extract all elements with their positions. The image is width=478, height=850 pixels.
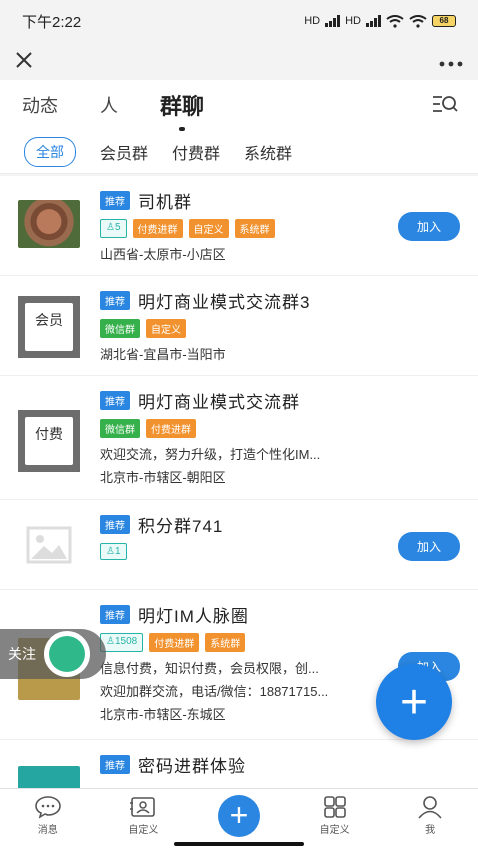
wifi-icon-2: [409, 14, 427, 28]
nav-label: 自定义: [319, 825, 350, 836]
signal-icon-2: [366, 15, 381, 27]
nav-label: 我: [425, 825, 436, 836]
subtab-paid-groups[interactable]: 付费群: [172, 140, 220, 164]
nav-label: 自定义: [128, 825, 159, 836]
avatar-label: 付费: [25, 417, 73, 465]
image-placeholder-icon: [18, 514, 80, 576]
person-icon: ♙: [106, 222, 115, 233]
wifi-icon: [386, 14, 404, 28]
chat-icon: [34, 796, 61, 819]
list-item[interactable]: 付费 推荐 明灯商业模式交流群 微信群 付费进群 欢迎交流，努力升级，打造个性化…: [0, 376, 478, 500]
tag-wechat: 微信群: [100, 419, 140, 438]
member-count-tag: ♙5: [100, 219, 127, 238]
tag-custom: 自定义: [146, 319, 186, 338]
signal-icon: [325, 15, 341, 27]
recommended-badge: 推荐: [100, 391, 130, 410]
tab-dynamics[interactable]: 动态: [22, 92, 58, 118]
recommended-badge: 推荐: [100, 515, 130, 534]
group-avatar: [18, 200, 80, 248]
join-button[interactable]: 加入: [397, 212, 460, 241]
group-description-2: 欢迎加群交流，电话/微信：18871715...: [100, 684, 329, 699]
group-name: 明灯商业模式交流群: [138, 393, 300, 412]
nav-add[interactable]: +: [204, 795, 274, 837]
status-bar: 下午2:22 HD HD 68: [0, 0, 478, 42]
tag-paid: 付费进群: [149, 633, 200, 652]
group-avatar: 付费: [18, 410, 80, 472]
close-icon[interactable]: [14, 48, 40, 74]
nav-me[interactable]: 我: [395, 795, 465, 836]
group-avatar: [18, 766, 80, 788]
nav-custom-1[interactable]: 自定义: [108, 795, 178, 836]
bottom-nav: 消息 自定义 + 自定义 我: [0, 788, 478, 850]
follow-button[interactable]: 关注: [0, 629, 106, 679]
sub-tabs: 全部 会员群 付费群 系统群: [0, 130, 478, 174]
nav-bar: [0, 42, 478, 80]
tag-system: 系统群: [205, 633, 246, 652]
list-item[interactable]: 推荐 积分群741 ♙1 加入: [0, 500, 478, 590]
recommended-badge: 推荐: [100, 755, 130, 774]
more-options-icon[interactable]: [438, 47, 464, 75]
list-item[interactable]: 推荐 密码进群体验: [0, 740, 478, 788]
nav-label: 消息: [37, 825, 58, 836]
contact-card-icon: [130, 797, 156, 817]
recommended-badge: 推荐: [100, 291, 130, 310]
list-item[interactable]: 推荐 司机群 ♙5 付费进群 自定义 系统群 山西省-太原市-小店区 加入: [0, 176, 478, 276]
subtab-system-groups[interactable]: 系统群: [244, 140, 292, 164]
top-tabs: 动态 人 群聊: [0, 80, 478, 130]
tag-custom: 自定义: [188, 219, 229, 238]
member-count: 1: [114, 546, 121, 557]
network-label-1: HD: [304, 15, 321, 27]
tab-people[interactable]: 人: [100, 92, 118, 118]
plus-icon: +: [399, 675, 429, 729]
home-indicator: [174, 842, 304, 846]
tag-paid: 付费进群: [132, 219, 183, 238]
group-name: 司机群: [138, 193, 192, 212]
member-count: 5: [114, 222, 121, 233]
network-label-2: HD: [345, 15, 361, 27]
plus-icon: +: [217, 795, 260, 837]
person-icon: ♙: [106, 636, 115, 647]
nav-messages[interactable]: 消息: [13, 795, 83, 836]
tag-system: 系统群: [234, 219, 275, 238]
group-name: 明灯商业模式交流群3: [138, 293, 311, 312]
app-logo-icon: [44, 631, 90, 677]
member-count: 1508: [114, 636, 138, 647]
subtab-all[interactable]: 全部: [24, 136, 76, 167]
grid-icon: [323, 796, 346, 818]
tag-paid: 付费进群: [146, 419, 196, 438]
group-location: 湖北省-宜昌市-当阳市: [100, 347, 226, 362]
status-time: 下午2:22: [22, 13, 82, 31]
search-filter-icon[interactable]: [432, 94, 458, 114]
status-icons: HD HD 68: [304, 14, 456, 28]
group-name: 明灯IM人脉圈: [138, 607, 249, 626]
nav-custom-2[interactable]: 自定义: [300, 795, 370, 836]
group-description: 信息付费，知识付费，会员权限，创...: [100, 661, 319, 676]
group-name: 密码进群体验: [138, 757, 246, 776]
recommended-badge: 推荐: [100, 191, 130, 210]
person-icon: ♙: [106, 546, 115, 557]
recommended-badge: 推荐: [100, 605, 130, 624]
join-button[interactable]: 加入: [397, 532, 460, 561]
user-icon: [418, 796, 442, 819]
group-location: 北京市-市辖区-朝阳区: [100, 470, 226, 485]
group-description: 欢迎交流，努力升级，打造个性化IM...: [100, 447, 321, 462]
tag-wechat: 微信群: [100, 319, 140, 338]
group-name: 积分群741: [138, 517, 224, 536]
battery-icon: 68: [432, 15, 456, 27]
group-location: 山西省-太原市-小店区: [100, 247, 226, 262]
tab-group-chat[interactable]: 群聊: [160, 89, 204, 121]
create-group-button[interactable]: +: [376, 664, 452, 740]
list-item[interactable]: 会员 推荐 明灯商业模式交流群3 微信群 自定义 湖北省-宜昌市-当阳市: [0, 276, 478, 376]
member-count-tag: ♙1: [100, 543, 127, 560]
avatar-label: 会员: [25, 303, 73, 351]
subtab-member-groups[interactable]: 会员群: [100, 140, 148, 164]
group-avatar: 会员: [18, 296, 80, 358]
follow-label: 关注: [8, 646, 36, 662]
member-count-tag: ♙1508: [100, 633, 144, 652]
